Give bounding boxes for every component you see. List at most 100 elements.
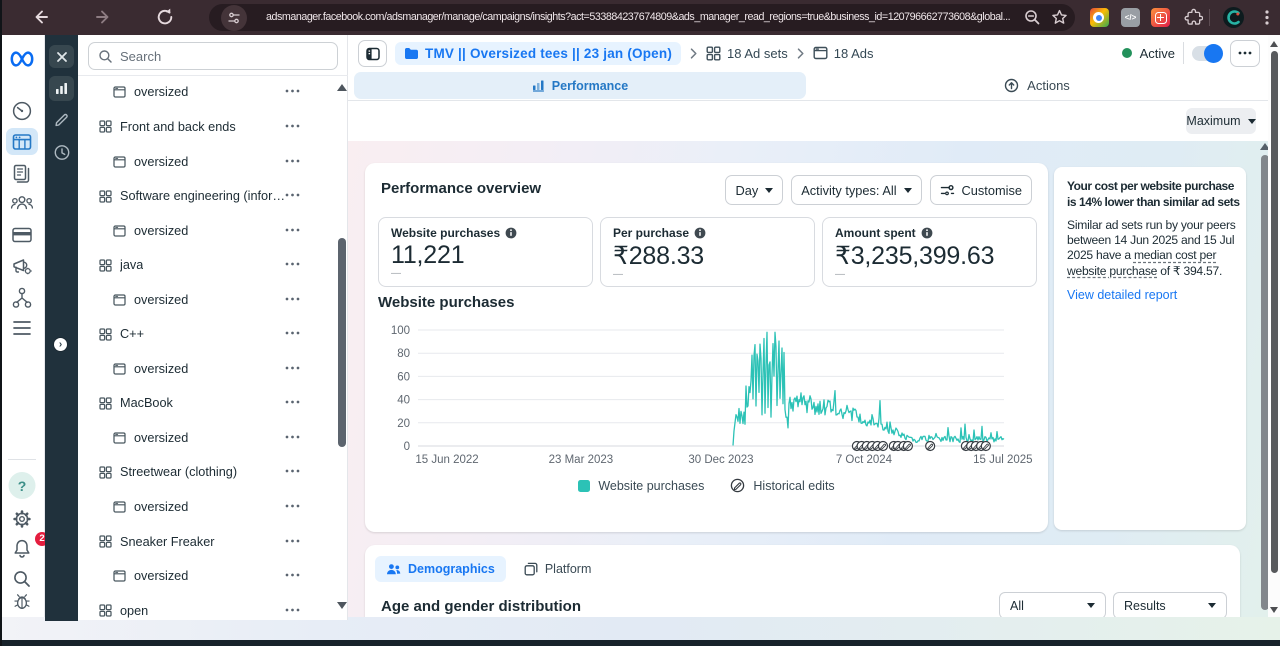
bookmark-star-icon[interactable] bbox=[1049, 7, 1070, 28]
row-options-icon[interactable] bbox=[285, 539, 300, 543]
historical-edit-marker[interactable] bbox=[903, 442, 912, 451]
day-dropdown[interactable]: Day bbox=[725, 175, 783, 205]
extensions-puzzle-icon[interactable] bbox=[1184, 8, 1203, 27]
extension-photos-icon[interactable] bbox=[1090, 8, 1109, 27]
row-options-icon[interactable] bbox=[285, 159, 300, 163]
account-overview-icon[interactable] bbox=[10, 99, 34, 123]
zoom-out-icon[interactable] bbox=[1022, 7, 1043, 28]
breadcrumb-campaign[interactable]: TMV || Oversized tees || 23 jan (Open) bbox=[395, 42, 681, 65]
customise-button[interactable]: Customise bbox=[930, 175, 1032, 205]
breadcrumb-adsets[interactable]: 18 Ad sets bbox=[706, 46, 788, 61]
history-clock-icon[interactable] bbox=[53, 144, 70, 161]
browser-address-bar[interactable]: adsmanager.facebook.com/adsmanager/manag… bbox=[209, 4, 1075, 31]
list-item[interactable]: oversized bbox=[78, 425, 334, 451]
all-tools-menu-icon[interactable] bbox=[11, 318, 33, 338]
list-item[interactable]: open bbox=[78, 598, 334, 620]
browser-forward-icon[interactable] bbox=[92, 6, 114, 28]
metric-card[interactable]: Website purchases11,221— bbox=[378, 217, 593, 287]
extension-code-icon[interactable]: </> bbox=[1121, 8, 1140, 27]
tab-actions[interactable]: Actions bbox=[806, 72, 1268, 99]
bug-report-icon[interactable] bbox=[11, 590, 34, 613]
list-item[interactable]: oversized bbox=[78, 287, 334, 313]
list-item[interactable]: oversized bbox=[78, 356, 334, 382]
row-options-icon[interactable] bbox=[285, 608, 300, 612]
audiences-icon[interactable] bbox=[9, 191, 35, 215]
gender-filter-dropdown[interactable]: All bbox=[999, 592, 1106, 617]
row-options-icon[interactable] bbox=[285, 366, 300, 370]
browser-reload-icon[interactable] bbox=[154, 6, 176, 28]
row-options-icon[interactable] bbox=[285, 228, 300, 232]
row-options-icon[interactable] bbox=[285, 331, 300, 335]
row-options-icon[interactable] bbox=[285, 573, 300, 577]
notifications-bell[interactable]: 2 bbox=[0, 536, 44, 562]
row-options-icon[interactable] bbox=[285, 400, 300, 404]
extension-adblock-icon[interactable] bbox=[1151, 8, 1170, 27]
row-options-icon[interactable] bbox=[285, 262, 300, 266]
ads-megaphone-icon[interactable] bbox=[10, 254, 34, 278]
edit-pencil-icon[interactable] bbox=[53, 111, 70, 128]
active-toggle[interactable] bbox=[1192, 46, 1222, 61]
row-options-icon[interactable] bbox=[285, 89, 300, 93]
campaigns-nav-selected[interactable] bbox=[6, 128, 38, 155]
row-options-icon[interactable] bbox=[285, 193, 300, 197]
browser-back-icon[interactable] bbox=[30, 6, 52, 28]
charts-panel-button[interactable] bbox=[49, 76, 74, 101]
list-scroll-up-arrow[interactable] bbox=[337, 84, 347, 91]
list-item[interactable]: Sneaker Freaker bbox=[78, 529, 334, 555]
url-text[interactable]: adsmanager.facebook.com/adsmanager/manag… bbox=[266, 4, 1016, 31]
list-scroll-down-arrow[interactable] bbox=[337, 602, 347, 609]
list-item[interactable]: Front and back ends bbox=[78, 114, 334, 140]
metric-select-dropdown[interactable]: Results bbox=[1113, 592, 1227, 617]
close-panel-button[interactable] bbox=[49, 45, 74, 68]
browser-scrollbar[interactable] bbox=[1268, 35, 1280, 617]
list-item[interactable]: Streetwear (clothing) bbox=[78, 459, 334, 485]
browser-scroll-up-arrow[interactable] bbox=[1270, 41, 1278, 47]
help-icon[interactable]: ? bbox=[9, 472, 36, 499]
metric-card[interactable]: Per purchase₹288.33— bbox=[600, 217, 815, 287]
expand-panel-chevron[interactable]: › bbox=[54, 338, 67, 351]
website-purchases-chart[interactable]: 02040608010015 Jun 202223 Mar 202330 Dec… bbox=[365, 313, 1048, 474]
historical-edit-marker[interactable] bbox=[981, 442, 990, 451]
metric-card[interactable]: Amount spent₹3,235,399.63— bbox=[822, 217, 1037, 287]
list-item[interactable]: java bbox=[78, 252, 334, 278]
ads-reporting-icon[interactable] bbox=[10, 162, 34, 186]
list-item[interactable]: oversized bbox=[78, 494, 334, 520]
adset-icon bbox=[99, 259, 112, 272]
list-item[interactable]: oversized bbox=[78, 149, 334, 175]
business-assets-icon[interactable] bbox=[10, 285, 34, 311]
settings-gear-icon[interactable] bbox=[10, 507, 34, 531]
browser-scrollbar-thumb[interactable] bbox=[1271, 51, 1278, 573]
breadcrumb-ads[interactable]: 18 Ads bbox=[813, 46, 874, 61]
tab-demographics[interactable]: Demographics bbox=[375, 556, 506, 582]
list-item[interactable]: MacBook bbox=[78, 390, 334, 416]
historical-edit-marker[interactable] bbox=[926, 442, 935, 451]
list-item[interactable]: Software engineering (information t... bbox=[78, 183, 334, 209]
search-rail-icon[interactable] bbox=[10, 567, 34, 591]
row-options-icon[interactable] bbox=[285, 297, 300, 301]
list-search-input[interactable]: Search bbox=[88, 42, 338, 70]
row-options-icon[interactable] bbox=[285, 435, 300, 439]
list-item[interactable]: C++ bbox=[78, 321, 334, 347]
row-options-icon[interactable] bbox=[285, 469, 300, 473]
list-scrollbar-thumb[interactable] bbox=[338, 238, 346, 447]
list-item[interactable]: oversized bbox=[78, 218, 334, 244]
list-item[interactable]: oversized bbox=[78, 79, 334, 105]
browser-scroll-down-arrow[interactable] bbox=[1270, 607, 1278, 613]
maximum-dropdown[interactable]: Maximum bbox=[1186, 108, 1256, 134]
view-detailed-report-link[interactable]: View detailed report bbox=[1067, 288, 1236, 302]
tab-performance[interactable]: Performance bbox=[354, 72, 806, 99]
tab-platform[interactable]: Platform bbox=[524, 562, 592, 576]
list-item[interactable]: oversized bbox=[78, 563, 334, 589]
collapse-sidebar-button[interactable] bbox=[358, 40, 387, 67]
insights-scroll-area[interactable]: Performance overview Day Activity types:… bbox=[348, 141, 1268, 617]
extension-colorzilla-icon[interactable] bbox=[1223, 7, 1244, 28]
activity-types-dropdown[interactable]: Activity types: All bbox=[791, 175, 921, 205]
row-options-icon[interactable] bbox=[285, 124, 300, 128]
browser-menu-icon[interactable] bbox=[1258, 8, 1276, 27]
more-options-button[interactable] bbox=[1230, 40, 1260, 67]
billing-icon[interactable] bbox=[10, 223, 34, 247]
meta-logo[interactable] bbox=[9, 48, 36, 70]
row-options-icon[interactable] bbox=[285, 504, 300, 508]
site-info-icon[interactable] bbox=[221, 5, 247, 31]
historical-edit-marker[interactable] bbox=[878, 442, 887, 451]
